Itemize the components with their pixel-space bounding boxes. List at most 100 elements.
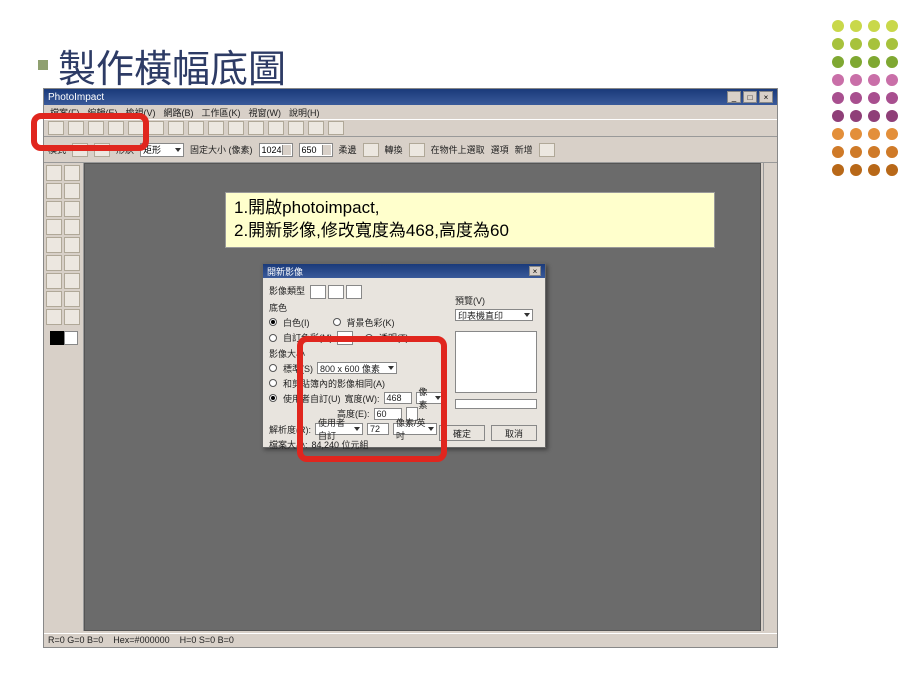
tool-transform-icon[interactable] (64, 201, 80, 217)
cut-icon[interactable] (128, 121, 144, 135)
radio-clipboard[interactable] (269, 379, 277, 387)
menu-window[interactable]: 視窗(W) (249, 106, 282, 119)
redo-icon[interactable] (208, 121, 224, 135)
mode-move-icon[interactable] (72, 143, 88, 157)
res-unit-select[interactable]: 像素/英吋 (393, 423, 437, 435)
vertical-scrollbar[interactable] (763, 163, 777, 631)
menu-file[interactable]: 檔案(F) (50, 106, 80, 119)
tool-brush-icon[interactable] (46, 219, 62, 235)
filesize-label: 檔案大小: (269, 438, 308, 451)
print-icon[interactable] (108, 121, 124, 135)
dot (886, 110, 898, 122)
paste-icon[interactable] (168, 121, 184, 135)
width-unit-value: 像素 (419, 385, 433, 411)
height-value: 650 (302, 145, 317, 155)
shape-label: 形狀 (116, 143, 134, 156)
radio-standard[interactable] (269, 364, 277, 372)
type-rgb-icon[interactable] (310, 285, 326, 299)
dot (832, 56, 844, 68)
tool-crop-icon[interactable] (46, 201, 62, 217)
tool-zoom-icon[interactable] (46, 291, 62, 307)
tool-lasso-icon[interactable] (46, 183, 62, 199)
radio-white[interactable] (269, 318, 277, 326)
menu-edit[interactable]: 編輯(E) (88, 106, 118, 119)
ok-button[interactable]: 確定 (439, 425, 485, 441)
tool-wand-icon[interactable] (64, 183, 80, 199)
mode-label: 模式 (48, 143, 66, 156)
shape-select[interactable]: 矩形 (140, 143, 184, 157)
dialog-close-button[interactable]: × (529, 266, 541, 276)
menu-view[interactable]: 檢視(V) (126, 106, 156, 119)
radio-bgcolor-label: 背景色彩(K) (347, 316, 395, 329)
app-titlebar: PhotoImpact _ □ × (44, 89, 777, 105)
type-bw-icon[interactable] (346, 285, 362, 299)
custom-color-swatch[interactable] (337, 331, 353, 345)
tool-select-icon[interactable] (46, 165, 62, 181)
dot (832, 74, 844, 86)
dot (886, 146, 898, 158)
color-swatch[interactable] (50, 331, 78, 345)
cancel-button[interactable]: 取消 (491, 425, 537, 441)
browse-icon[interactable] (288, 121, 304, 135)
help-icon[interactable] (308, 121, 324, 135)
tool-move-icon[interactable] (64, 165, 80, 181)
menu-help[interactable]: 說明(H) (289, 106, 320, 119)
minimize-button[interactable]: _ (727, 91, 741, 103)
res-mode-select[interactable]: 使用者自訂 (315, 423, 363, 435)
dot (850, 38, 862, 50)
tool-text-icon[interactable] (46, 255, 62, 271)
attribute-toolbar: 模式 形狀 矩形 固定大小 (像素) 1024 650 柔邊 轉換 在物件上選取… (44, 137, 777, 163)
color-panel-icon[interactable] (228, 121, 244, 135)
tool-panel (44, 163, 84, 631)
tool-fill-icon[interactable] (64, 219, 80, 235)
menu-workspace[interactable]: 工作區(K) (202, 106, 241, 119)
menu-web[interactable]: 網路(B) (164, 106, 194, 119)
close-button[interactable]: × (759, 91, 773, 103)
radio-userdef[interactable] (269, 394, 277, 402)
radio-userdef-label: 使用者自訂(U) (283, 392, 341, 405)
trans-icon[interactable] (409, 143, 425, 157)
tool-clone-icon[interactable] (46, 237, 62, 253)
soft-icon[interactable] (363, 143, 379, 157)
open-icon[interactable] (68, 121, 84, 135)
dialog-titlebar: 開新影像 × (263, 264, 545, 278)
opt-label: 選項 (491, 143, 509, 156)
radio-custom[interactable] (269, 334, 277, 342)
preview-orient-select[interactable]: 印表機直印 (455, 309, 533, 321)
standard-size-select[interactable]: 800 x 600 像素 (317, 362, 397, 374)
radio-bgcolor[interactable] (333, 318, 341, 326)
tool-hand-icon[interactable] (64, 309, 80, 325)
note-line-1: 1.開啟photoimpact, (234, 197, 706, 220)
new-icon[interactable] (48, 121, 64, 135)
width-unit-select[interactable]: 像素 (416, 392, 444, 404)
tool-stamp-icon[interactable] (46, 273, 62, 289)
trans-label: 轉換 (385, 143, 403, 156)
dot (886, 38, 898, 50)
preview-box (455, 331, 537, 393)
effect-icon[interactable] (248, 121, 264, 135)
height-field[interactable]: 650 (299, 143, 333, 157)
maximize-button[interactable]: □ (743, 91, 757, 103)
res-unit-value: 像素/英吋 (396, 416, 426, 442)
tool-measure-icon[interactable] (64, 291, 80, 307)
more-icon[interactable] (328, 121, 344, 135)
tool-retouch-icon[interactable] (64, 237, 80, 253)
tool-eyedrop-icon[interactable] (46, 309, 62, 325)
width-input[interactable]: 468 (384, 392, 412, 404)
status-rgb: R=0 G=0 B=0 (48, 635, 103, 646)
new-image-dialog: 開新影像 × 影像類型 底色 白色(I) 背景色彩(K) 自訂色彩(M) 透明(… (262, 263, 546, 448)
save-icon[interactable] (88, 121, 104, 135)
dot (868, 164, 880, 176)
width-field[interactable]: 1024 (259, 143, 293, 157)
mode-add-icon[interactable] (94, 143, 110, 157)
easypalette-icon[interactable] (268, 121, 284, 135)
undo-icon[interactable] (188, 121, 204, 135)
type-gray-icon[interactable] (328, 285, 344, 299)
preview-orient-value: 印表機直印 (458, 309, 503, 322)
copy-icon[interactable] (148, 121, 164, 135)
tool-path-icon[interactable] (64, 255, 80, 271)
tool-eraser-icon[interactable] (64, 273, 80, 289)
radio-trans[interactable] (365, 334, 373, 342)
res-input[interactable]: 72 (367, 423, 389, 435)
opt-icon[interactable] (539, 143, 555, 157)
